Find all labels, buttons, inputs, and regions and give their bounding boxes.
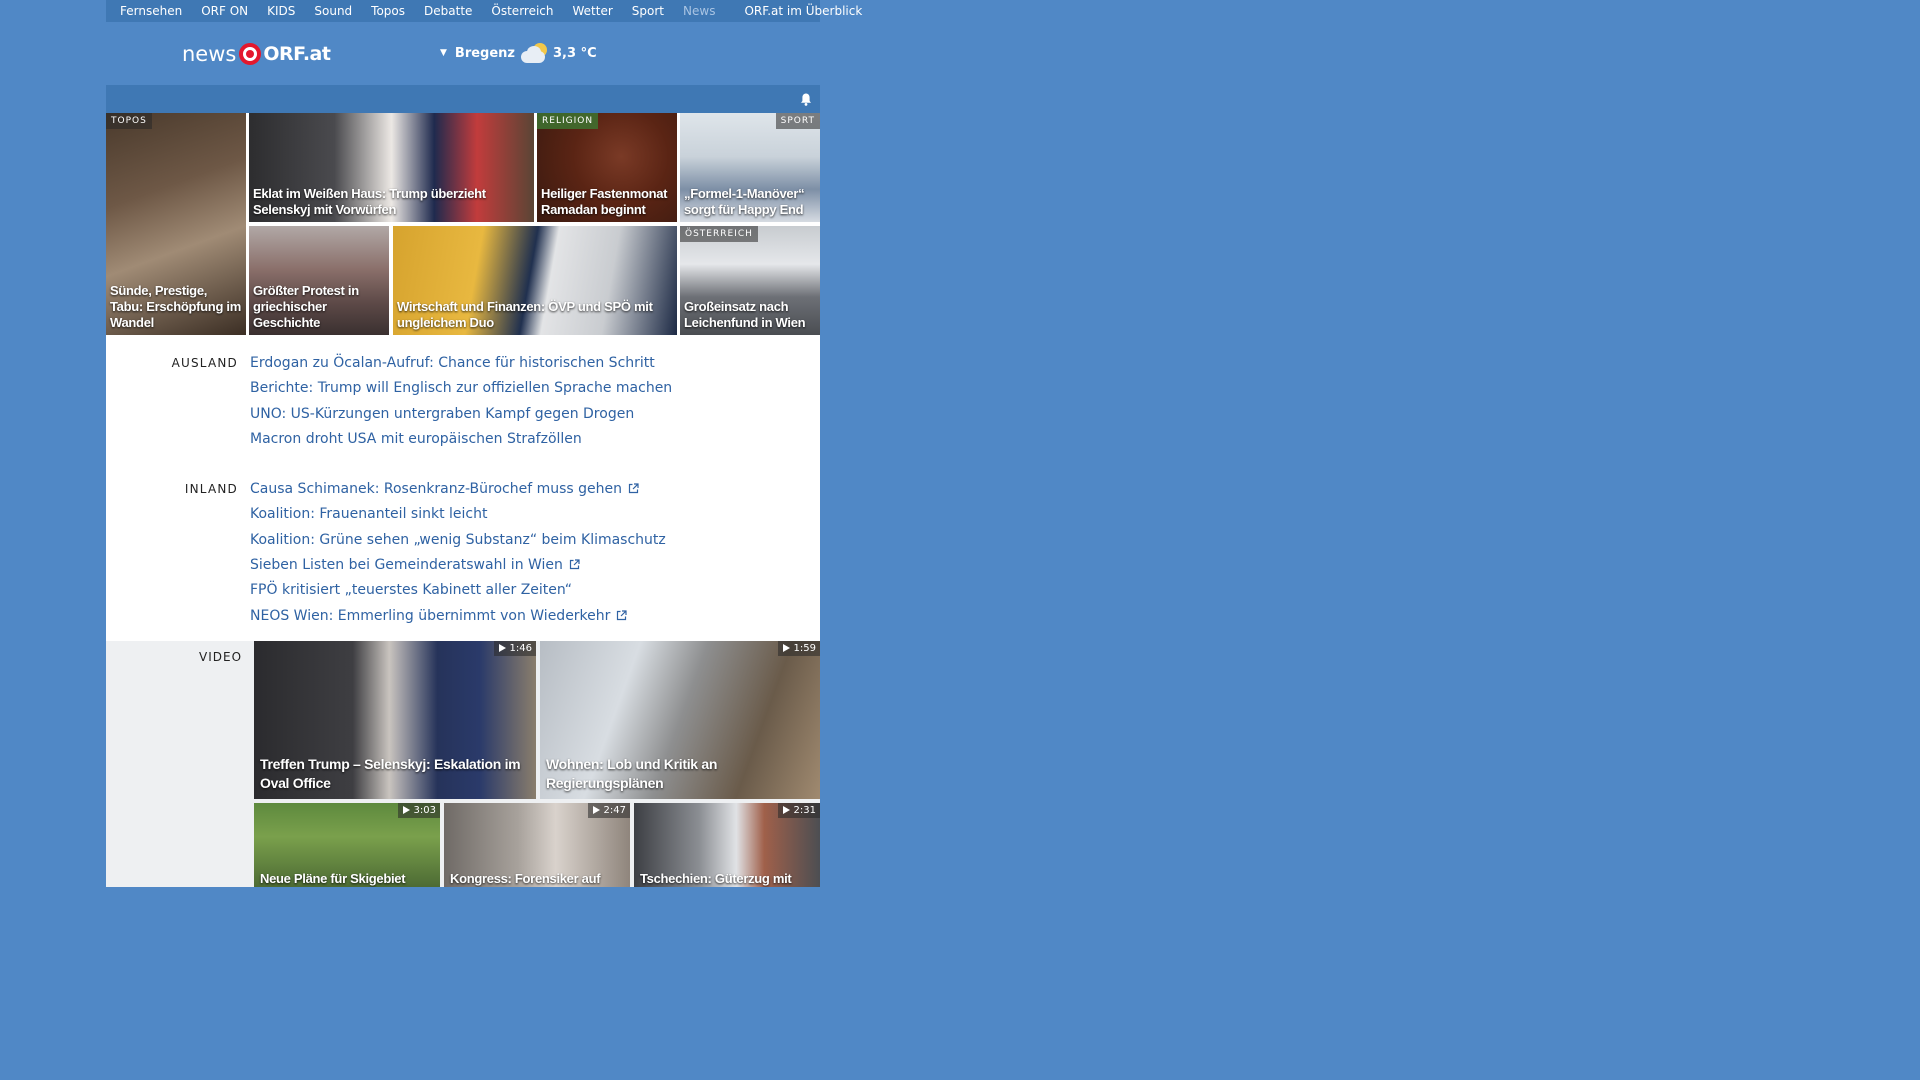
video-caption: Tschechien: Güterzug mit [640, 870, 792, 886]
logo-orf-text: ORF.at [263, 43, 331, 65]
teaser-caption: „Formel-1-Manöver“ sorgt für Happy End [684, 186, 805, 217]
video-duration: 1:59 [777, 640, 820, 656]
nav-sport[interactable]: Sport [632, 4, 664, 18]
teaser-tag: RELIGION [537, 113, 599, 129]
weather-widget[interactable]: ▼ Bregenz 3,3 °C [440, 43, 597, 63]
dropdown-arrow-icon: ▼ [440, 48, 447, 58]
headline-item[interactable]: Sieben Listen bei Gemeinderatswahl in Wi… [250, 553, 666, 578]
teaser-tile[interactable]: SPORT „Formel-1-Manöver“ sorgt für Happy… [680, 113, 820, 222]
video-tile[interactable]: 3:03 Neue Pläne für Skigebiet [254, 802, 440, 887]
headline-link[interactable]: NEOS Wien: Emmerling übernimmt von Wiede… [250, 608, 610, 624]
headline-item[interactable]: Causa Schimanek: Rosenkranz-Bürochef mus… [250, 477, 666, 502]
teaser-caption: Großeinsatz nach Leichenfund in Wien [684, 299, 806, 330]
video-tile[interactable]: 1:59 Wohnen: Lob und Kritik an Regierung… [540, 640, 820, 799]
logo-news-text: news [182, 42, 237, 66]
play-icon [782, 806, 790, 815]
teaser-tile[interactable]: TOPOS Sünde, Prestige, Tabu: Erschöpfung… [106, 113, 246, 335]
nav-sound[interactable]: Sound [314, 4, 352, 18]
section-ausland: AUSLAND Erdogan zu Öcalan-Aufruf: Chance… [106, 351, 820, 452]
section-label: VIDEO [199, 649, 243, 664]
teaser-bar [106, 85, 820, 113]
headline-link[interactable]: UNO: US-Kürzungen untergraben Kampf gege… [250, 402, 672, 427]
nav-news[interactable]: News [683, 4, 715, 18]
teaser-tag: ÖSTERREICH [680, 226, 758, 242]
external-link-icon [569, 559, 580, 570]
headline-link[interactable]: FPÖ kritisiert „teuerstes Kabinett aller… [250, 578, 666, 603]
nav-wetter[interactable]: Wetter [573, 4, 613, 18]
headline-link[interactable]: Sieben Listen bei Gemeinderatswahl in Wi… [250, 557, 563, 573]
teaser-caption: Wirtschaft und Finanzen: ÖVP und SPÖ mit… [397, 299, 653, 330]
video-caption: Treffen Trump – Selenskyj: Eskalation im… [260, 755, 521, 791]
video-duration: 2:47 [587, 802, 630, 818]
nav-orf-on[interactable]: ORF ON [201, 4, 248, 18]
news-orf-logo[interactable]: news ORF.at [182, 42, 331, 66]
teaser-tag: SPORT [775, 113, 820, 129]
weather-location: Bregenz [454, 45, 516, 61]
video-tile[interactable]: 2:47 Kongress: Forensiker auf [444, 802, 630, 887]
video-tile[interactable]: 2:31 Tschechien: Güterzug mit [634, 802, 820, 887]
site-header: news ORF.at ▼ Bregenz 3,3 °C [106, 22, 820, 85]
video-caption: Neue Pläne für Skigebiet [260, 870, 406, 886]
headline-list: Erdogan zu Öcalan-Aufruf: Chance für his… [250, 351, 672, 452]
teaser-tag: TOPOS [106, 113, 152, 129]
headline-link[interactable]: Macron droht USA mit europäischen Strafz… [250, 427, 672, 452]
teaser-tile[interactable]: RELIGION Heiliger Fastenmonat Ramadan be… [537, 113, 677, 222]
top-navigation: Fernsehen ORF ON KIDS Sound Topos Debatt… [106, 0, 862, 22]
headline-link[interactable]: Erdogan zu Öcalan-Aufruf: Chance für his… [250, 351, 672, 376]
headline-link[interactable]: Causa Schimanek: Rosenkranz-Bürochef mus… [250, 481, 622, 497]
headline-link[interactable]: Koalition: Frauenanteil sinkt leicht [250, 502, 666, 527]
video-duration: 3:03 [397, 802, 440, 818]
bell-icon[interactable] [800, 93, 812, 106]
play-icon [498, 644, 506, 653]
teaser-grid: TOPOS Sünde, Prestige, Tabu: Erschöpfung… [106, 113, 820, 335]
section-label: INLAND [184, 482, 238, 497]
section-inland: INLAND Causa Schimanek: Rosenkranz-Büroc… [106, 477, 820, 629]
page: Fernsehen ORF ON KIDS Sound Topos Debatt… [106, 0, 862, 887]
video-section: VIDEO 1:46 Treffen Trump – Selenskyj: Es… [106, 640, 820, 887]
teaser-tile[interactable]: Größter Protest in griechischer Geschich… [249, 226, 389, 335]
video-duration: 1:46 [493, 640, 536, 656]
teaser-caption: Größter Protest in griechischer Geschich… [253, 283, 359, 330]
sun-behind-cloud-icon [521, 43, 549, 63]
headline-item[interactable]: NEOS Wien: Emmerling übernimmt von Wiede… [250, 604, 666, 629]
news-lists: AUSLAND Erdogan zu Öcalan-Aufruf: Chance… [106, 335, 820, 641]
teaser-caption: Eklat im Weißen Haus: Trump überzieht Se… [253, 186, 486, 217]
video-caption: Wohnen: Lob und Kritik an Regierungsplän… [546, 755, 718, 791]
nav-oesterreich[interactable]: Österreich [491, 4, 553, 18]
video-duration: 2:31 [777, 802, 820, 818]
teaser-caption: Sünde, Prestige, Tabu: Erschöpfung im Wa… [110, 283, 241, 330]
nav-topos[interactable]: Topos [371, 4, 405, 18]
play-icon [592, 806, 600, 815]
external-link-icon [617, 610, 628, 620]
headline-link[interactable]: Koalition: Grüne sehen „wenig Substanz“ … [250, 528, 666, 553]
external-link-icon [628, 483, 639, 494]
headline-link[interactable]: Berichte: Trump will Englisch zur offizi… [250, 376, 672, 401]
play-icon [402, 806, 410, 815]
teaser-caption: Heiliger Fastenmonat Ramadan beginnt [541, 186, 668, 217]
nav-kids[interactable]: KIDS [267, 4, 295, 18]
video-tile[interactable]: 1:46 Treffen Trump – Selenskyj: Eskalati… [254, 640, 536, 799]
play-icon [782, 644, 790, 653]
teaser-tile[interactable]: Wirtschaft und Finanzen: ÖVP und SPÖ mit… [393, 226, 677, 335]
nav-fernsehen[interactable]: Fernsehen [120, 4, 182, 18]
teaser-tile[interactable]: Eklat im Weißen Haus: Trump überzieht Se… [249, 113, 534, 222]
headline-list: Causa Schimanek: Rosenkranz-Bürochef mus… [250, 477, 666, 629]
nav-orf-overview[interactable]: ORF.at im Überblick [744, 4, 862, 18]
video-caption: Kongress: Forensiker auf [450, 870, 601, 886]
weather-temperature: 3,3 °C [553, 45, 597, 61]
nav-debatte[interactable]: Debatte [424, 4, 472, 18]
orf-eye-icon [239, 43, 262, 65]
teaser-tile[interactable]: ÖSTERREICH Großeinsatz nach Leichenfund … [680, 226, 820, 335]
section-label: AUSLAND [171, 356, 238, 370]
